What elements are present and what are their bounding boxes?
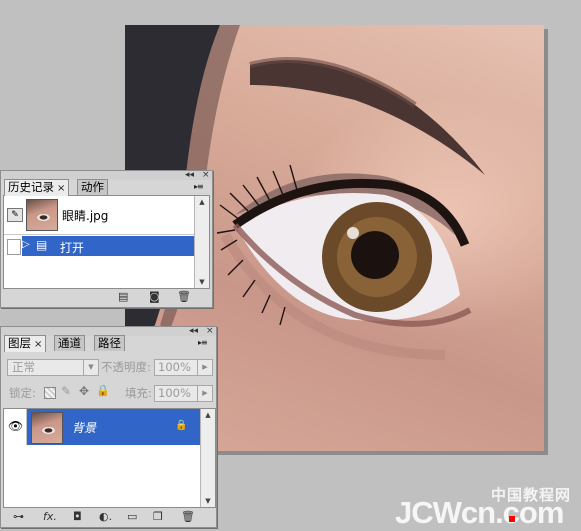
fill-value: 100%	[158, 386, 191, 400]
layers-panel: ◂◂ × 图层 × 通道 路径 ▸≡ 正常 ▼ 不透明度: 100% ▶ 锁定: …	[0, 326, 217, 528]
layers-minimize-button[interactable]: ◂◂	[189, 327, 198, 336]
opacity-value: 100%	[158, 360, 191, 374]
fill-label: 填充:	[125, 386, 152, 400]
new-document-from-state-icon[interactable]: ▤	[118, 290, 128, 303]
scroll-up-icon[interactable]: ▲	[195, 196, 209, 208]
link-layers-icon[interactable]: ⊶	[13, 510, 24, 523]
tab-history[interactable]: 历史记录 ×	[4, 179, 70, 196]
chevron-down-icon[interactable]: ▼	[83, 360, 98, 375]
blend-mode-select[interactable]: 正常 ▼	[7, 359, 99, 376]
tab-layers-close-icon[interactable]: ×	[34, 339, 42, 350]
opacity-slider-icon[interactable]: ▶	[197, 360, 212, 375]
layer-thumbnail	[31, 412, 63, 444]
adjustment-layer-icon[interactable]: ◐.	[99, 510, 112, 523]
fill-slider-icon[interactable]: ▶	[197, 386, 212, 401]
snapshot-name: 眼睛.jpg	[62, 209, 109, 223]
new-group-icon[interactable]: ▭	[127, 510, 137, 523]
lock-all-icon[interactable]: 🔒	[96, 384, 110, 397]
watermark: 中国教程网 JCWcn.com	[395, 485, 579, 530]
history-minimize-button[interactable]: ◂◂	[185, 171, 194, 180]
state-marker-icon: ▷	[22, 239, 30, 250]
new-snapshot-icon[interactable]: ◙	[149, 290, 160, 303]
state-source-checkbox[interactable]	[7, 239, 21, 255]
history-close-button[interactable]: ×	[202, 171, 210, 180]
layers-close-button[interactable]: ×	[206, 327, 214, 336]
state-label: 打开	[60, 241, 85, 255]
watermark-red-dot	[509, 516, 515, 522]
tab-channels-label: 通道	[58, 336, 81, 350]
opacity-label: 不透明度:	[101, 360, 151, 374]
state-selected-highlight	[22, 236, 195, 256]
snapshot-thumbnail	[26, 199, 58, 231]
tab-layers[interactable]: 图层 ×	[4, 335, 47, 352]
history-state-row[interactable]: ▷ ▤ 打开	[4, 236, 195, 256]
layer-row[interactable]: 👁 背景 🔒	[4, 409, 201, 445]
blend-mode-value: 正常	[12, 360, 35, 374]
layer-name: 背景	[72, 421, 97, 435]
layers-footer: ⊶ fx. ◘ ◐. ▭ ❐ 🗑	[1, 507, 216, 527]
history-panel: ◂◂ × 历史记录 × 动作 ▸≡ ✎ 眼睛.jpg ▷ ▤ 打开 ▲ ▼ ▤ ◙…	[0, 170, 213, 308]
lock-position-icon[interactable]: ✥	[79, 384, 89, 398]
tab-history-close-icon[interactable]: ×	[57, 183, 65, 194]
history-footer: ▤ ◙ 🗑	[1, 287, 212, 307]
lock-transparent-pixels-icon[interactable]	[44, 387, 56, 399]
state-open-icon: ▤	[36, 238, 48, 252]
opacity-input[interactable]: 100% ▶	[154, 359, 213, 376]
tab-paths-label: 路径	[98, 336, 121, 350]
lock-image-pixels-icon[interactable]: ✎	[61, 384, 71, 398]
history-snapshot-row[interactable]: ✎ 眼睛.jpg	[4, 196, 195, 235]
fill-input[interactable]: 100% ▶	[154, 385, 213, 402]
layers-scrollbar[interactable]: ▲ ▼	[200, 409, 215, 507]
tab-actions[interactable]: 动作	[77, 179, 108, 195]
new-layer-icon[interactable]: ❐	[153, 510, 163, 523]
snapshot-source-brush-icon[interactable]: ✎	[7, 208, 23, 222]
layer-lock-icon: 🔒	[175, 420, 188, 431]
history-panel-menu-icon[interactable]: ▸≡	[194, 182, 204, 191]
eye-icon[interactable]: 👁	[8, 419, 23, 433]
history-list: ✎ 眼睛.jpg ▷ ▤ 打开 ▲ ▼	[3, 195, 210, 289]
layer-style-fx-icon[interactable]: fx.	[43, 510, 57, 523]
lock-label: 锁定:	[9, 386, 36, 400]
scroll-down-icon[interactable]: ▼	[201, 495, 215, 507]
scroll-up-icon[interactable]: ▲	[201, 409, 215, 421]
tab-actions-label: 动作	[81, 180, 104, 194]
tab-layers-label: 图层	[8, 336, 31, 350]
watermark-english: JCWcn.com	[395, 495, 564, 530]
tab-paths[interactable]: 路径	[94, 335, 125, 351]
delete-layer-icon[interactable]: 🗑	[181, 510, 195, 523]
tab-history-label: 历史记录	[8, 180, 54, 194]
trash-icon[interactable]: 🗑	[177, 290, 191, 303]
layers-panel-menu-icon[interactable]: ▸≡	[198, 338, 208, 347]
tab-channels[interactable]: 通道	[54, 335, 85, 351]
layer-visibility-cell[interactable]: 👁	[4, 409, 27, 445]
add-mask-icon[interactable]: ◘	[73, 510, 82, 523]
layers-list: 👁 背景 🔒 ▲ ▼	[3, 408, 216, 508]
history-scrollbar[interactable]: ▲ ▼	[194, 196, 209, 288]
